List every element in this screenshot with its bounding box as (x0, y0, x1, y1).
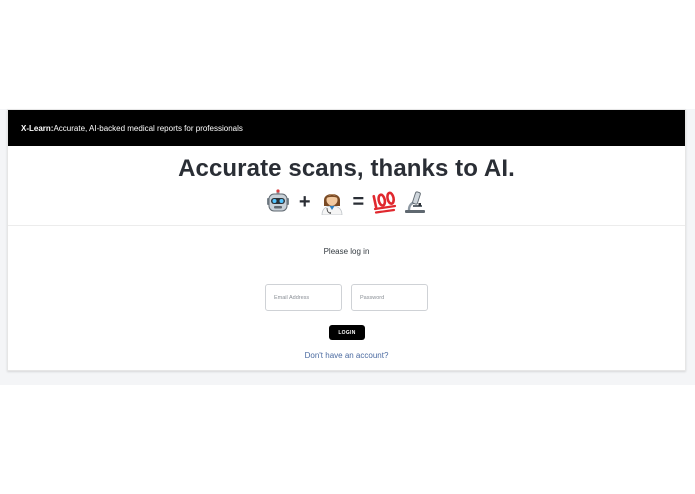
section-divider (8, 225, 685, 226)
login-button[interactable]: LOGIN (329, 325, 365, 340)
brand-name: X-Learn: (21, 123, 54, 133)
microscope-icon (405, 191, 426, 213)
doctor-icon (321, 194, 342, 215)
login-prompt: Please log in (323, 247, 370, 256)
signup-link[interactable]: Don't have an account? (8, 351, 685, 360)
emoji-equation: + = (8, 188, 685, 216)
password-field[interactable] (351, 284, 428, 311)
equals-sign: = (352, 191, 365, 213)
robot-icon (266, 189, 289, 212)
top-bar: X-Learn: Accurate, AI-backed medical rep… (8, 110, 685, 146)
plus-sign: + (298, 191, 311, 213)
page-title: Accurate scans, thanks to AI. (178, 155, 515, 182)
main-card: X-Learn: Accurate, AI-backed medical rep… (7, 109, 686, 371)
brand-tagline: Accurate, AI-backed medical reports for … (53, 123, 243, 133)
hundred-points-icon (372, 191, 397, 214)
email-field[interactable] (265, 284, 342, 311)
